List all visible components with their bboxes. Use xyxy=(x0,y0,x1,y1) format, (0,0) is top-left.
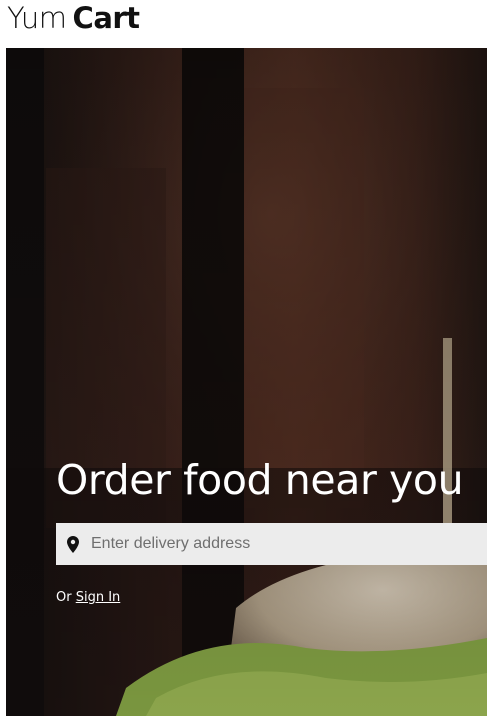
signin-prompt: Or Sign In xyxy=(56,590,120,605)
address-search-bar[interactable] xyxy=(56,523,487,565)
hero-content: Order food near you Or Sign In xyxy=(56,453,487,605)
page: Yum Cart Order food near you Enter deliv… xyxy=(0,0,487,716)
yumcart-logo[interactable]: Yum Cart xyxy=(7,0,140,36)
logo-text-light: Yum xyxy=(7,1,67,35)
header: Yum Cart xyxy=(0,0,487,48)
signin-prefix-text: Or xyxy=(56,590,72,605)
hero-background-image xyxy=(6,48,487,716)
hero-section: Order food near you Or Sign In xyxy=(6,48,487,716)
hero-headline: Order food near you xyxy=(56,456,464,504)
delivery-address-input[interactable] xyxy=(91,523,487,565)
logo-text-bold: Cart xyxy=(72,1,141,35)
map-pin-icon xyxy=(65,534,81,554)
sign-in-link[interactable]: Sign In xyxy=(76,590,121,605)
